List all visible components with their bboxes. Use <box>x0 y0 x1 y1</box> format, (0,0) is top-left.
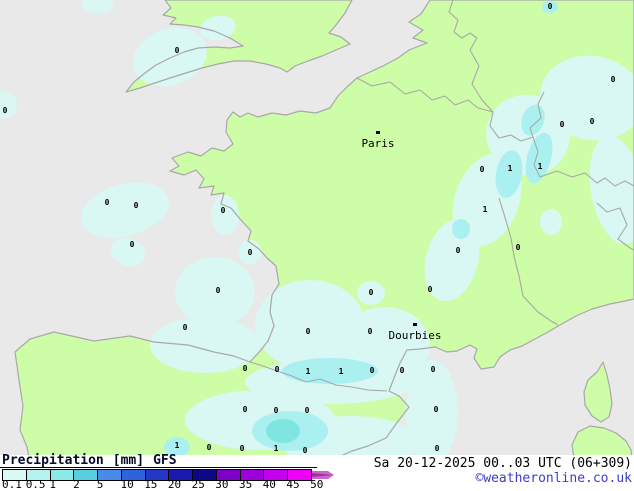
colorbar-tick-label: 40 <box>262 478 276 491</box>
scale-title-model: GFS <box>153 453 177 468</box>
colorbar-tick-label: 10 <box>120 478 134 491</box>
precip-value-label: 1 <box>339 367 344 376</box>
precip-value-label: 0 <box>431 365 436 374</box>
colorbar-tick-label: 20 <box>167 478 182 491</box>
precip-value-label: 0 <box>560 120 565 129</box>
precip-value-label: 0 <box>248 248 253 257</box>
valid-time-text: Sa 20-12-2025 00..03 UTC (06+309) <box>373 456 632 471</box>
precip-value-label: 0 <box>400 366 405 375</box>
precip-value-label: 1 <box>306 367 311 376</box>
precip-value-label: 0 <box>221 206 226 215</box>
precip-value-label: 0 <box>428 285 433 294</box>
colorbar-tick-label: 1 <box>49 478 57 491</box>
precip-value-label: 0 <box>175 46 180 55</box>
copyright-text[interactable]: ©weatheronline.co.uk <box>374 471 632 486</box>
precip-value-label: 0 <box>434 405 439 414</box>
city-marker-dourbies <box>413 323 417 326</box>
scale-title-unit: [mm] <box>112 453 145 468</box>
colorbar-tick-label: 5 <box>96 478 104 491</box>
legend-strip: Precipitation [mm] GFS 0.1 0.5 1 2 5 10 15 20 25 30… <box>0 453 634 491</box>
precip-value-label: 0 <box>275 365 280 374</box>
precip-value-label: 1 <box>175 441 180 450</box>
precip-value-label: 0 <box>274 406 279 415</box>
precip-value-label: 0 <box>216 286 221 295</box>
precip-value-label: 0 <box>183 323 188 332</box>
colorbar-tick-label: 50 <box>310 478 324 491</box>
colorbar-tick-label: 30 <box>215 478 229 491</box>
scale-title: Precipitation [mm] GFS <box>0 453 317 468</box>
scale-title-parameter: Precipitation <box>2 453 104 468</box>
timestamp-block: Sa 20-12-2025 00..03 UTC (06+309) ©weath… <box>374 456 632 486</box>
precip-value-label: 0 <box>611 75 616 84</box>
precip-value-label: 0 <box>207 443 212 452</box>
precip-value-label: 1 <box>508 164 513 173</box>
precip-value-label: 1 <box>483 205 488 214</box>
city-marker-paris <box>376 131 380 134</box>
precip-value-label: 0 <box>130 240 135 249</box>
precip-value-label: 1 <box>274 444 279 453</box>
precip-value-label: 0 <box>435 444 440 453</box>
precip-value-label: 0 <box>243 364 248 373</box>
colorbar-tick-label: 45 <box>286 478 300 491</box>
precip-value-label: 0 <box>480 165 485 174</box>
precip-areas-heavy <box>266 419 300 443</box>
precip-value-label: 0 <box>305 406 310 415</box>
colorbar-tick-label: 0.5 <box>25 478 46 491</box>
precip-value-label: 0 <box>590 117 595 126</box>
colorbar-tick-label: 0.1 <box>2 478 22 491</box>
precip-value-label: 0 <box>243 405 248 414</box>
precip-value-label: 0 <box>368 327 373 336</box>
precipitation-map[interactable]: Paris Dourbies 0 0 0 0 0 0 0 1 1 1 0 0 0 0 0 0 0 0 0 0 0 0 0 0 0 1… <box>0 0 634 455</box>
colorbar-tick-label: 25 <box>191 478 205 491</box>
precip-value-label: 0 <box>134 201 139 210</box>
precip-value-label: 0 <box>456 246 461 255</box>
precip-value-label: 0 <box>370 366 375 375</box>
precip-value-label: 0 <box>369 288 374 297</box>
city-label-dourbies: Dourbies <box>389 329 442 342</box>
precip-value-label: 0 <box>3 106 8 115</box>
precip-value-label: 0 <box>303 446 308 455</box>
colorbar-tick-label: 15 <box>144 478 158 491</box>
precip-color-scale: Precipitation [mm] GFS 0.1 0.5 1 2 5 10 15 20 25 30… <box>0 453 340 491</box>
precip-value-label: 1 <box>538 162 543 171</box>
colorbar-tick-label: 2 <box>73 478 80 491</box>
precip-value-label: 0 <box>105 198 110 207</box>
colorbar-ticks: 0.1 0.5 1 2 5 10 15 20 25 30 35 40 45 50 <box>0 478 340 491</box>
precip-value-label: 0 <box>306 327 311 336</box>
precip-value-label: 0 <box>548 2 553 11</box>
weather-map-screen: Paris Dourbies 00000001110000000000000001… <box>0 0 634 490</box>
precip-value-label: 0 <box>516 243 521 252</box>
city-label-paris: Paris <box>361 137 394 150</box>
colorbar-tick-label: 35 <box>239 478 253 491</box>
precip-value-label: 0 <box>240 444 245 453</box>
